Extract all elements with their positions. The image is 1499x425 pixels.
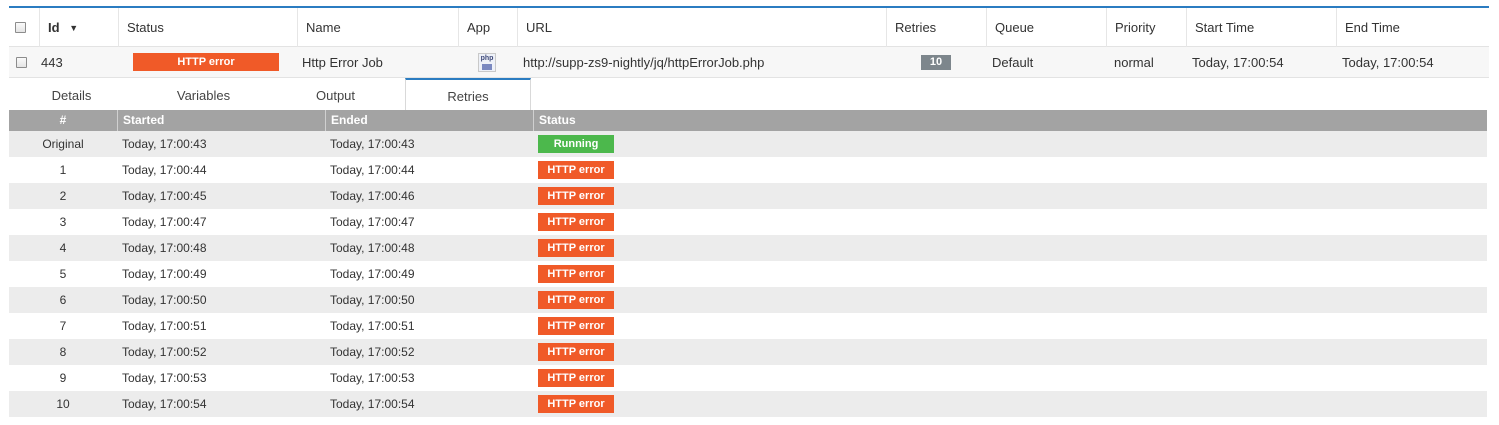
- retry-number: 3: [59, 215, 67, 229]
- job-name: Http Error Job: [302, 55, 383, 70]
- retry-number: 8: [59, 345, 67, 359]
- retry-started: Today, 17:00:43: [122, 137, 207, 151]
- php-icon: php: [478, 53, 496, 72]
- retries-count-badge: 10: [921, 55, 951, 70]
- retry-row: 1 Today, 17:00:44 Today, 17:00:44 HTTP erro…: [9, 157, 1487, 183]
- column-header-app[interactable]: App: [458, 8, 517, 47]
- retry-started: Today, 17:00:48: [122, 241, 207, 255]
- job-priority: normal: [1114, 55, 1154, 70]
- retry-status-badge: HTTP error: [538, 343, 614, 361]
- retry-started: Today, 17:00:50: [122, 293, 207, 307]
- retry-ended: Today, 17:00:46: [330, 189, 415, 203]
- job-status-badge: HTTP error: [133, 53, 279, 71]
- retry-status-badge: HTTP error: [538, 213, 614, 231]
- retry-ended: Today, 17:00:51: [330, 319, 415, 333]
- retry-started: Today, 17:00:47: [122, 215, 207, 229]
- column-header-url[interactable]: URL: [517, 8, 886, 47]
- retry-started: Today, 17:00:49: [122, 267, 207, 281]
- retry-started: Today, 17:00:45: [122, 189, 207, 203]
- sort-desc-icon: ▼: [69, 23, 79, 33]
- retry-started: Today, 17:00:44: [122, 163, 207, 177]
- select-all-checkbox[interactable]: [15, 22, 26, 33]
- retry-number: 2: [59, 189, 67, 203]
- retry-number: 4: [59, 241, 67, 255]
- retry-row: 8 Today, 17:00:52 Today, 17:00:52 HTTP erro…: [9, 339, 1487, 365]
- column-header-id[interactable]: Id ▼: [39, 8, 118, 47]
- retry-status-badge: HTTP error: [538, 369, 614, 387]
- column-header-priority[interactable]: Priority: [1106, 8, 1186, 47]
- job-start-time: Today, 17:00:54: [1192, 55, 1284, 70]
- job-row[interactable]: 443 HTTP error Http Error Job php http:/…: [9, 47, 1489, 78]
- retry-status-badge: HTTP error: [538, 395, 614, 413]
- retries-header-status: Status: [533, 110, 1487, 131]
- column-header-status[interactable]: Status: [118, 8, 297, 47]
- retry-status-badge: HTTP error: [538, 265, 614, 283]
- retry-started: Today, 17:00:52: [122, 345, 207, 359]
- queue-link[interactable]: Default: [986, 47, 1033, 78]
- retry-number: 5: [59, 267, 67, 281]
- job-id: 443: [41, 55, 63, 70]
- retries-header-ended: Ended: [325, 110, 533, 131]
- retry-status-badge: HTTP error: [538, 317, 614, 335]
- retry-started: Today, 17:00:51: [122, 319, 207, 333]
- retries-header-started: Started: [117, 110, 325, 131]
- retry-ended: Today, 17:00:47: [330, 215, 415, 229]
- tab-details[interactable]: Details: [9, 78, 134, 110]
- retry-status-badge: HTTP error: [538, 239, 614, 257]
- retry-row: Original Today, 17:00:43 Today, 17:00:43 Ru…: [9, 131, 1487, 157]
- retry-number: 9: [59, 371, 67, 385]
- column-header-start-time[interactable]: Start Time: [1186, 8, 1336, 47]
- job-url[interactable]: http://supp-zs9-nightly/jq/httpErrorJob.…: [517, 47, 764, 78]
- select-all-cell: [9, 8, 39, 47]
- retries-table-header: # Started Ended Status: [9, 110, 1487, 131]
- jobs-table-header: Id ▼ Status Name App URL Retries Queue P…: [9, 8, 1489, 47]
- job-detail-tabs: Details Variables Output Retries: [9, 78, 1489, 110]
- retry-ended: Today, 17:00:52: [330, 345, 415, 359]
- column-header-end-time[interactable]: End Time: [1336, 8, 1489, 47]
- retry-number: 1: [59, 163, 67, 177]
- retry-status-badge: Running: [538, 135, 614, 153]
- column-header-retries[interactable]: Retries: [886, 8, 986, 47]
- column-header-id-label: Id: [48, 20, 60, 35]
- retry-status-badge: HTTP error: [538, 161, 614, 179]
- column-header-name[interactable]: Name: [297, 8, 458, 47]
- retry-number: 6: [59, 293, 67, 307]
- retry-number: 7: [59, 319, 67, 333]
- tab-retries[interactable]: Retries: [405, 78, 531, 110]
- retry-row: 6 Today, 17:00:50 Today, 17:00:50 HTTP erro…: [9, 287, 1487, 313]
- tab-output[interactable]: Output: [273, 78, 398, 110]
- retry-row: 10 Today, 17:00:54 Today, 17:00:54 HTTP err…: [9, 391, 1487, 417]
- retries-table: # Started Ended Status Original Today, 17…: [9, 110, 1487, 417]
- retry-row: 9 Today, 17:00:53 Today, 17:00:53 HTTP erro…: [9, 365, 1487, 391]
- retry-ended: Today, 17:00:44: [330, 163, 415, 177]
- retry-started: Today, 17:00:53: [122, 371, 207, 385]
- column-header-queue[interactable]: Queue: [986, 8, 1106, 47]
- retry-ended: Today, 17:00:48: [330, 241, 415, 255]
- retry-number: Original: [42, 137, 84, 151]
- job-end-time: Today, 17:00:54: [1342, 55, 1434, 70]
- retry-row: 5 Today, 17:00:49 Today, 17:00:49 HTTP erro…: [9, 261, 1487, 287]
- retry-row: 2 Today, 17:00:45 Today, 17:00:46 HTTP erro…: [9, 183, 1487, 209]
- retry-row: 4 Today, 17:00:48 Today, 17:00:48 HTTP erro…: [9, 235, 1487, 261]
- retry-status-badge: HTTP error: [538, 291, 614, 309]
- job-row-checkbox[interactable]: [16, 57, 27, 68]
- retry-ended: Today, 17:00:43: [330, 137, 415, 151]
- retry-ended: Today, 17:00:53: [330, 371, 415, 385]
- retries-table-body: Original Today, 17:00:43 Today, 17:00:43 Ru…: [9, 131, 1487, 417]
- retry-ended: Today, 17:00:50: [330, 293, 415, 307]
- retries-header-number: #: [59, 113, 67, 127]
- tab-variables[interactable]: Variables: [141, 78, 266, 110]
- retry-row: 7 Today, 17:00:51 Today, 17:00:51 HTTP erro…: [9, 313, 1487, 339]
- retry-ended: Today, 17:00:49: [330, 267, 415, 281]
- retry-started: Today, 17:00:54: [122, 397, 207, 411]
- retry-ended: Today, 17:00:54: [330, 397, 415, 411]
- retry-number: 10: [56, 397, 70, 411]
- retry-row: 3 Today, 17:00:47 Today, 17:00:47 HTTP erro…: [9, 209, 1487, 235]
- retry-status-badge: HTTP error: [538, 187, 614, 205]
